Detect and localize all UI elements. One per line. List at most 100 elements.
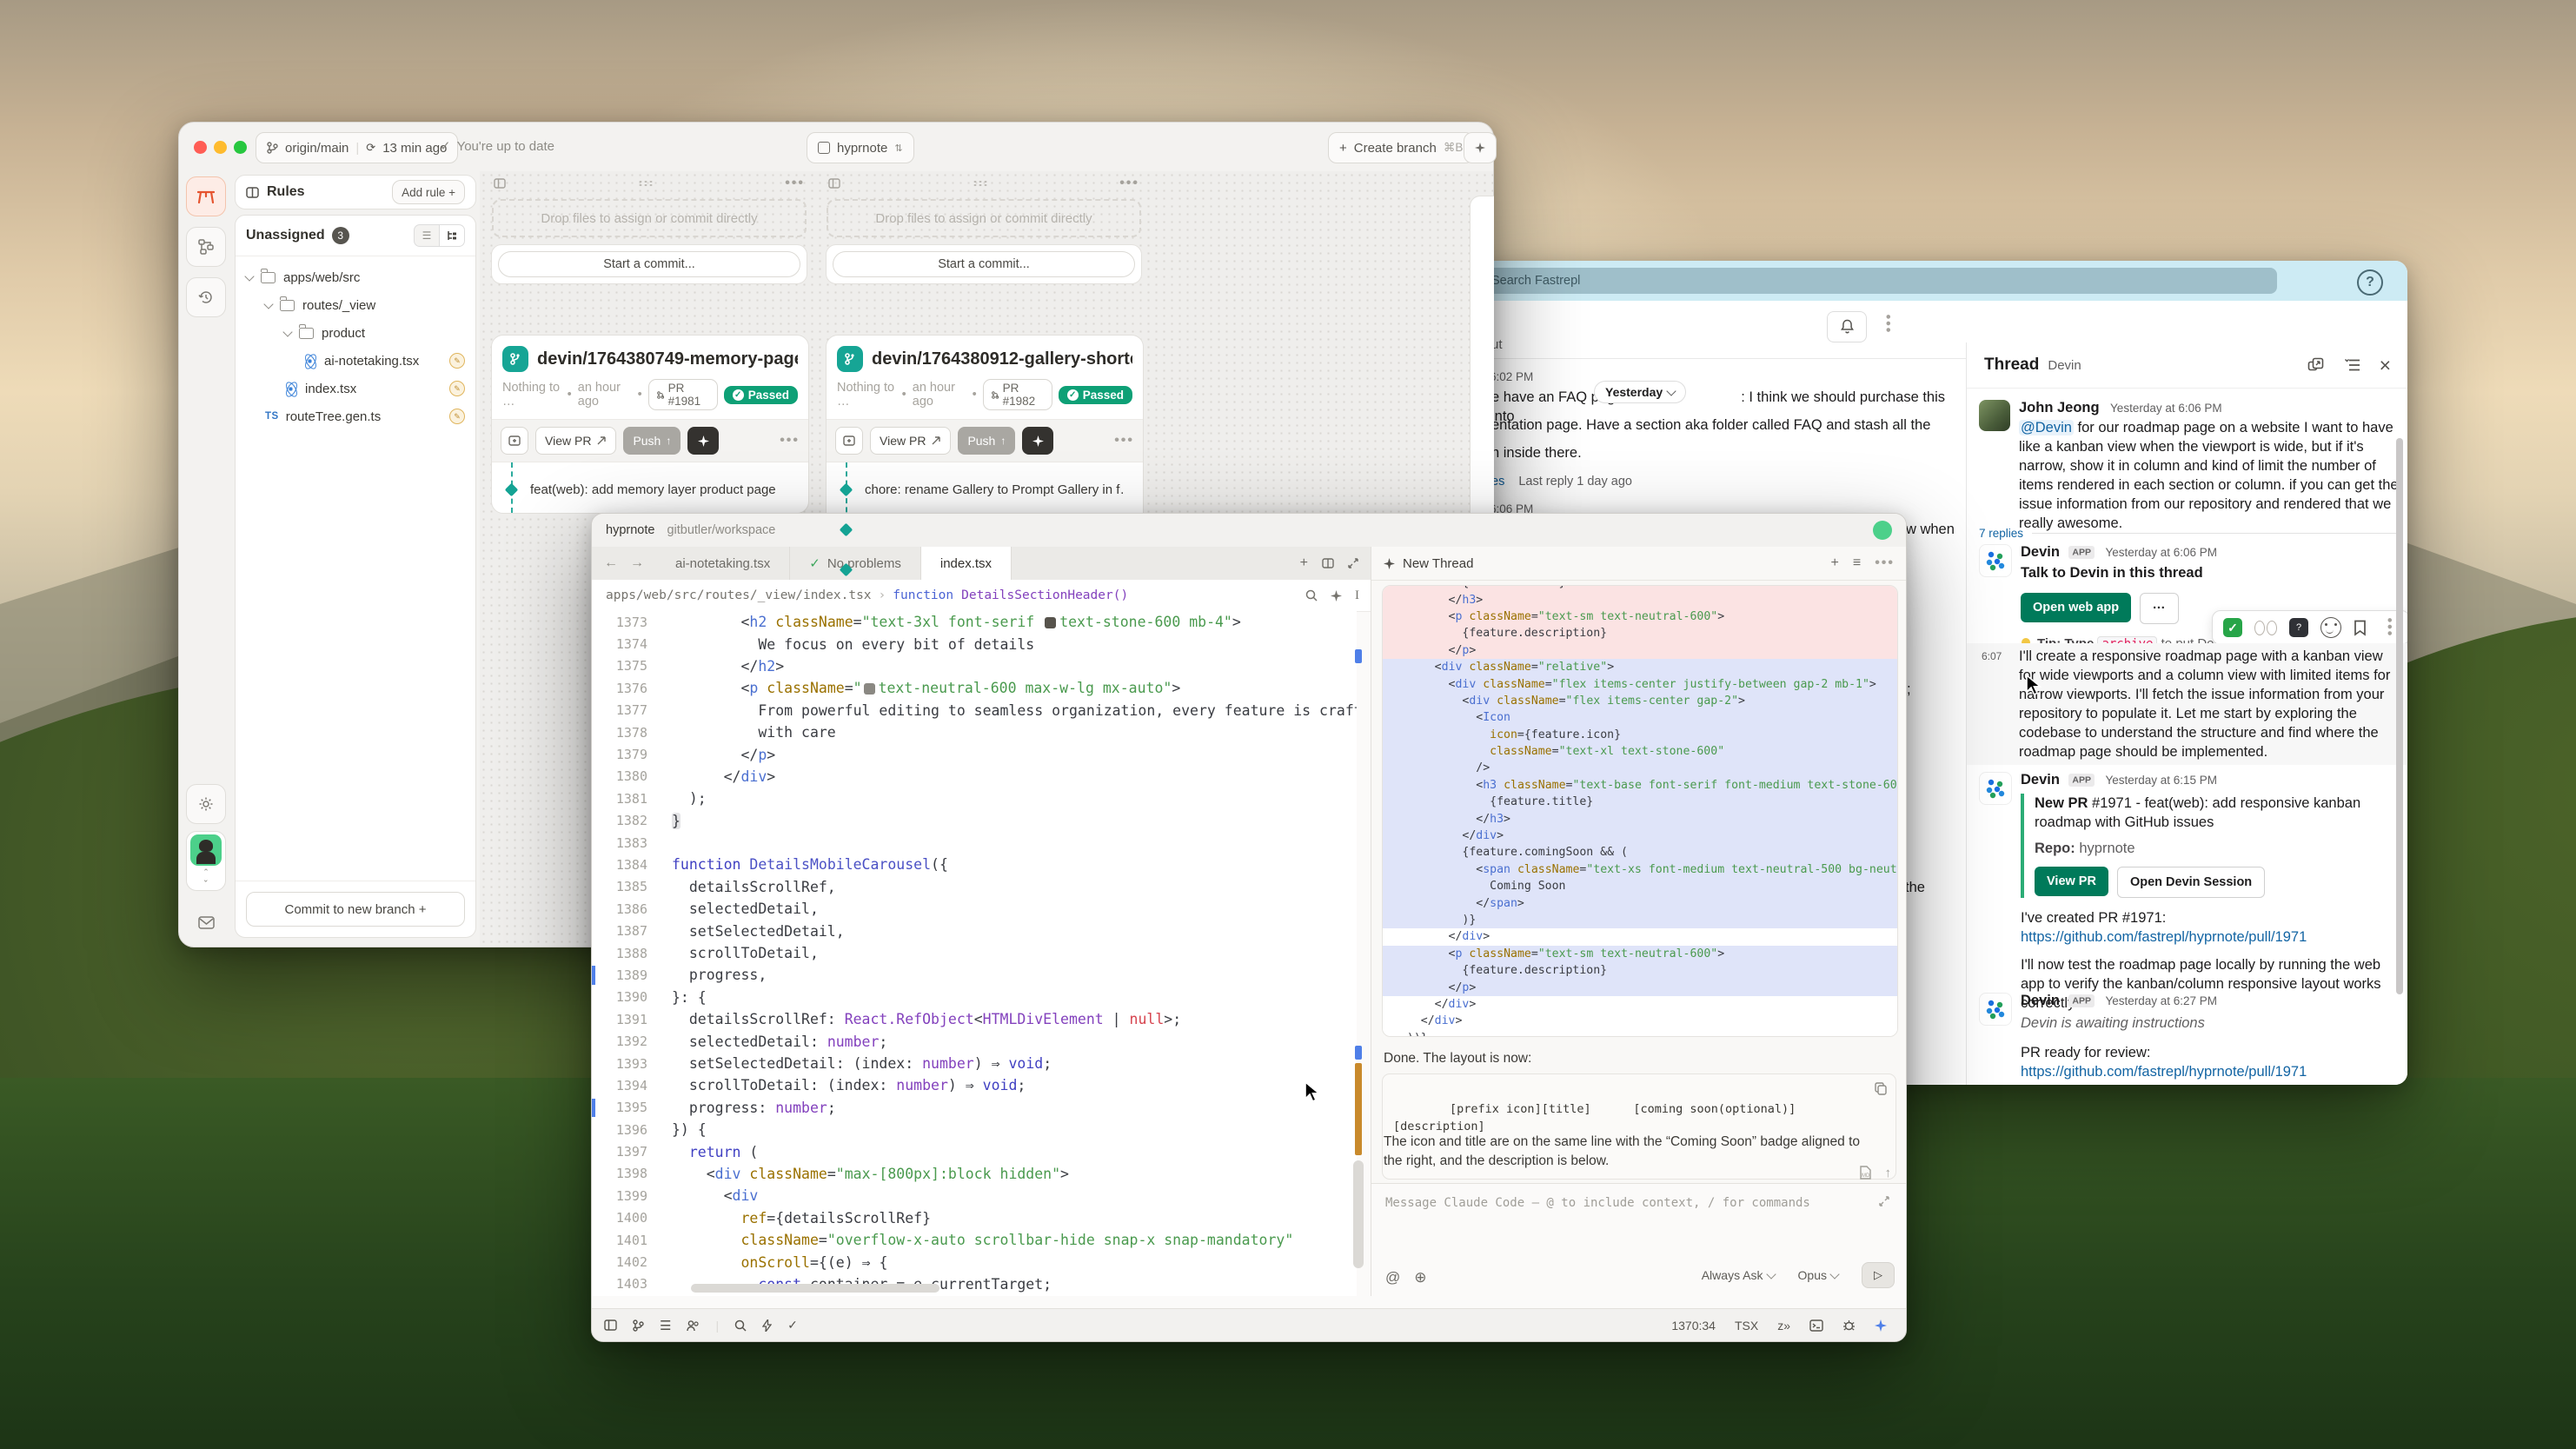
git-panel-icon[interactable] <box>633 1319 644 1332</box>
maximize-traffic-light[interactable] <box>234 141 247 154</box>
avatar[interactable] <box>1979 400 2010 431</box>
commit-row[interactable]: feat(web): add memory layer product page <box>492 469 808 509</box>
assign-zone-button[interactable] <box>501 427 528 455</box>
pr-link[interactable]: https://github.com/fastrepl/hyprnote/pul… <box>2021 1062 2405 1081</box>
new-thread-icon[interactable]: + <box>1831 555 1839 571</box>
pr-number-pill[interactable]: PR #1982 <box>983 379 1052 410</box>
message-timestamp[interactable]: Yesterday at 6:06 PM <box>2110 402 2222 415</box>
branch-name[interactable]: devin/1764380749-memory-page <box>537 349 798 369</box>
editor-hscrollbar-thumb[interactable] <box>691 1284 939 1293</box>
push-button[interactable]: Push↑ <box>958 427 1015 455</box>
commit-row[interactable]: chore: rename Gallery to Prompt Gallery … <box>827 469 1143 509</box>
open-web-app-button[interactable]: Open web app <box>2021 593 2131 622</box>
lightning-icon[interactable] <box>762 1319 772 1332</box>
list-view-toggle[interactable]: ☰ <box>414 224 440 247</box>
editor-branch-name[interactable]: gitbutler/workspace <box>667 523 775 537</box>
split-pane-icon[interactable] <box>1322 558 1334 568</box>
search-icon[interactable] <box>1305 589 1318 602</box>
tree-view-toggle[interactable] <box>440 224 465 247</box>
branch-name[interactable]: devin/1764380912-gallery-shortcuts <box>872 349 1132 369</box>
model-select[interactable]: Opus <box>1798 1268 1846 1282</box>
lane-drag-handle[interactable] <box>638 180 654 187</box>
send-button[interactable]: ▷ <box>1862 1262 1895 1288</box>
settings-button[interactable] <box>186 784 226 824</box>
thread-channel-name[interactable]: Devin <box>2048 358 2081 373</box>
breadcrumb-path[interactable]: apps/web/src/routes/_view/index.tsx <box>606 588 872 602</box>
date-divider-pill[interactable]: Yesterday <box>1594 381 1686 403</box>
branch-menu-icon[interactable]: ••• <box>1114 433 1134 449</box>
code-editor[interactable]: 1373 <h2 className="text-3xl font-serif … <box>592 611 1357 1296</box>
pr-link[interactable]: https://github.com/fastrepl/hyprnote/pul… <box>2021 927 2405 947</box>
thread-history-icon[interactable]: ≡ <box>1853 555 1861 571</box>
slack-search-input[interactable]: Search Fastrepl <box>1481 268 2277 294</box>
branch-menu-icon[interactable]: ••• <box>780 433 800 449</box>
view-pr-button[interactable]: View PR <box>2035 867 2108 896</box>
workspace-mode-button[interactable] <box>186 176 226 216</box>
outline-panel-icon[interactable]: ☰ <box>660 1318 671 1333</box>
bell-icon[interactable] <box>1906 1319 1907 1333</box>
copy-icon[interactable] <box>1875 1082 1887 1095</box>
lane-menu-icon[interactable]: ••• <box>785 176 805 191</box>
mention-devin[interactable]: @Devin <box>2019 420 2074 435</box>
tree-item-apps-web-src[interactable]: apps/web/src <box>246 263 465 291</box>
open-devin-session-button[interactable]: Open Devin Session <box>2117 867 2265 898</box>
forward-icon[interactable]: → <box>630 555 644 571</box>
markdown-file-icon[interactable]: MD <box>1859 1166 1871 1180</box>
agent-input-placeholder[interactable]: Message Claude Code — @ to include conte… <box>1385 1196 1810 1210</box>
check-reaction-icon[interactable]: ✓ <box>2223 618 2242 637</box>
technologist-reaction-icon[interactable]: ? <box>2289 618 2308 637</box>
assign-zone-button[interactable] <box>835 427 863 455</box>
collab-panel-icon[interactable] <box>687 1319 700 1332</box>
chevron-down-icon[interactable] <box>282 327 292 336</box>
ai-branch-button[interactable] <box>687 427 719 455</box>
feedback-button[interactable] <box>187 903 225 941</box>
message-author[interactable]: Devin <box>2021 544 2060 560</box>
close-icon[interactable]: × <box>2380 359 2391 371</box>
debug-icon[interactable] <box>1842 1319 1856 1332</box>
push-button[interactable]: Push↑ <box>623 427 681 455</box>
account-switcher[interactable]: ⌃ ⌃ <box>186 831 226 891</box>
close-traffic-light[interactable] <box>194 141 207 154</box>
diff-preview-card[interactable]: {feature.title} </h3> <p className="text… <box>1382 585 1898 1037</box>
permission-mode-select[interactable]: Always Ask <box>1702 1268 1783 1282</box>
editor-project-name[interactable]: hyprnote <box>606 523 654 537</box>
tree-item-routetree-gen-ts[interactable]: TSrouteTree.gen.ts <box>246 402 465 430</box>
tab-index-tsx[interactable]: index.tsx <box>921 547 1012 580</box>
diagnostics-ok-icon[interactable]: ✓ <box>787 1318 798 1333</box>
lane-collapse-icon[interactable] <box>828 178 840 189</box>
open-in-window-icon[interactable] <box>2307 357 2324 374</box>
breadcrumb-symbol[interactable]: DetailsSectionHeader() <box>961 588 1128 602</box>
eyes-reaction-icon[interactable] <box>2254 621 2277 635</box>
project-switcher[interactable]: hyprnote ⇅ <box>807 132 914 163</box>
pr-number-pill[interactable]: PR #1981 <box>648 379 718 410</box>
new-tab-icon[interactable]: + <box>1300 555 1308 571</box>
editor-titlebar[interactable]: hyprnote gitbutler/workspace <box>592 514 1906 548</box>
message-timestamp[interactable]: Yesterday at 6:06 PM <box>2105 546 2217 559</box>
expand-input-icon[interactable] <box>1879 1196 1889 1206</box>
vim-mode-indicator[interactable]: z» <box>1777 1319 1790 1333</box>
ai-branch-button[interactable] <box>1022 427 1053 455</box>
filter-list-icon[interactable] <box>2343 358 2360 372</box>
language-mode[interactable]: TSX <box>1735 1319 1758 1333</box>
bookmark-icon[interactable] <box>2354 620 2367 636</box>
tree-item-product[interactable]: product <box>246 319 465 347</box>
message-actions-toolbar[interactable]: ✓ ? ••• <box>2212 610 2407 645</box>
ci-status-badge[interactable]: ✓Passed <box>724 386 798 404</box>
message-timestamp[interactable]: 6:07 <box>1982 650 2002 662</box>
create-branch-button[interactable]: +Create branch ⌘B <box>1328 132 1474 163</box>
chevron-down-icon[interactable] <box>263 299 273 309</box>
terminal-icon[interactable] <box>1809 1319 1823 1332</box>
message-timestamp[interactable]: Yesterday at 6:15 PM <box>2105 774 2217 787</box>
help-icon[interactable]: ? <box>2357 269 2383 296</box>
message-author[interactable]: John Jeong <box>2019 400 2100 415</box>
start-commit-button[interactable]: Start a commit... <box>833 251 1135 277</box>
drop-zone[interactable]: Drop files to assign or commit directly <box>492 199 807 237</box>
ibeam-icon[interactable]: I <box>1355 588 1359 603</box>
tree-item-routes-view[interactable]: routes/_view <box>246 291 465 319</box>
minimize-traffic-light[interactable] <box>214 141 227 154</box>
message-author[interactable]: Devin <box>2021 772 2060 788</box>
lane-collapse-icon[interactable] <box>494 178 506 189</box>
search-status-icon[interactable] <box>734 1319 747 1332</box>
devin-avatar[interactable] <box>1979 544 2012 577</box>
agent-menu-icon[interactable]: ••• <box>1875 555 1895 571</box>
